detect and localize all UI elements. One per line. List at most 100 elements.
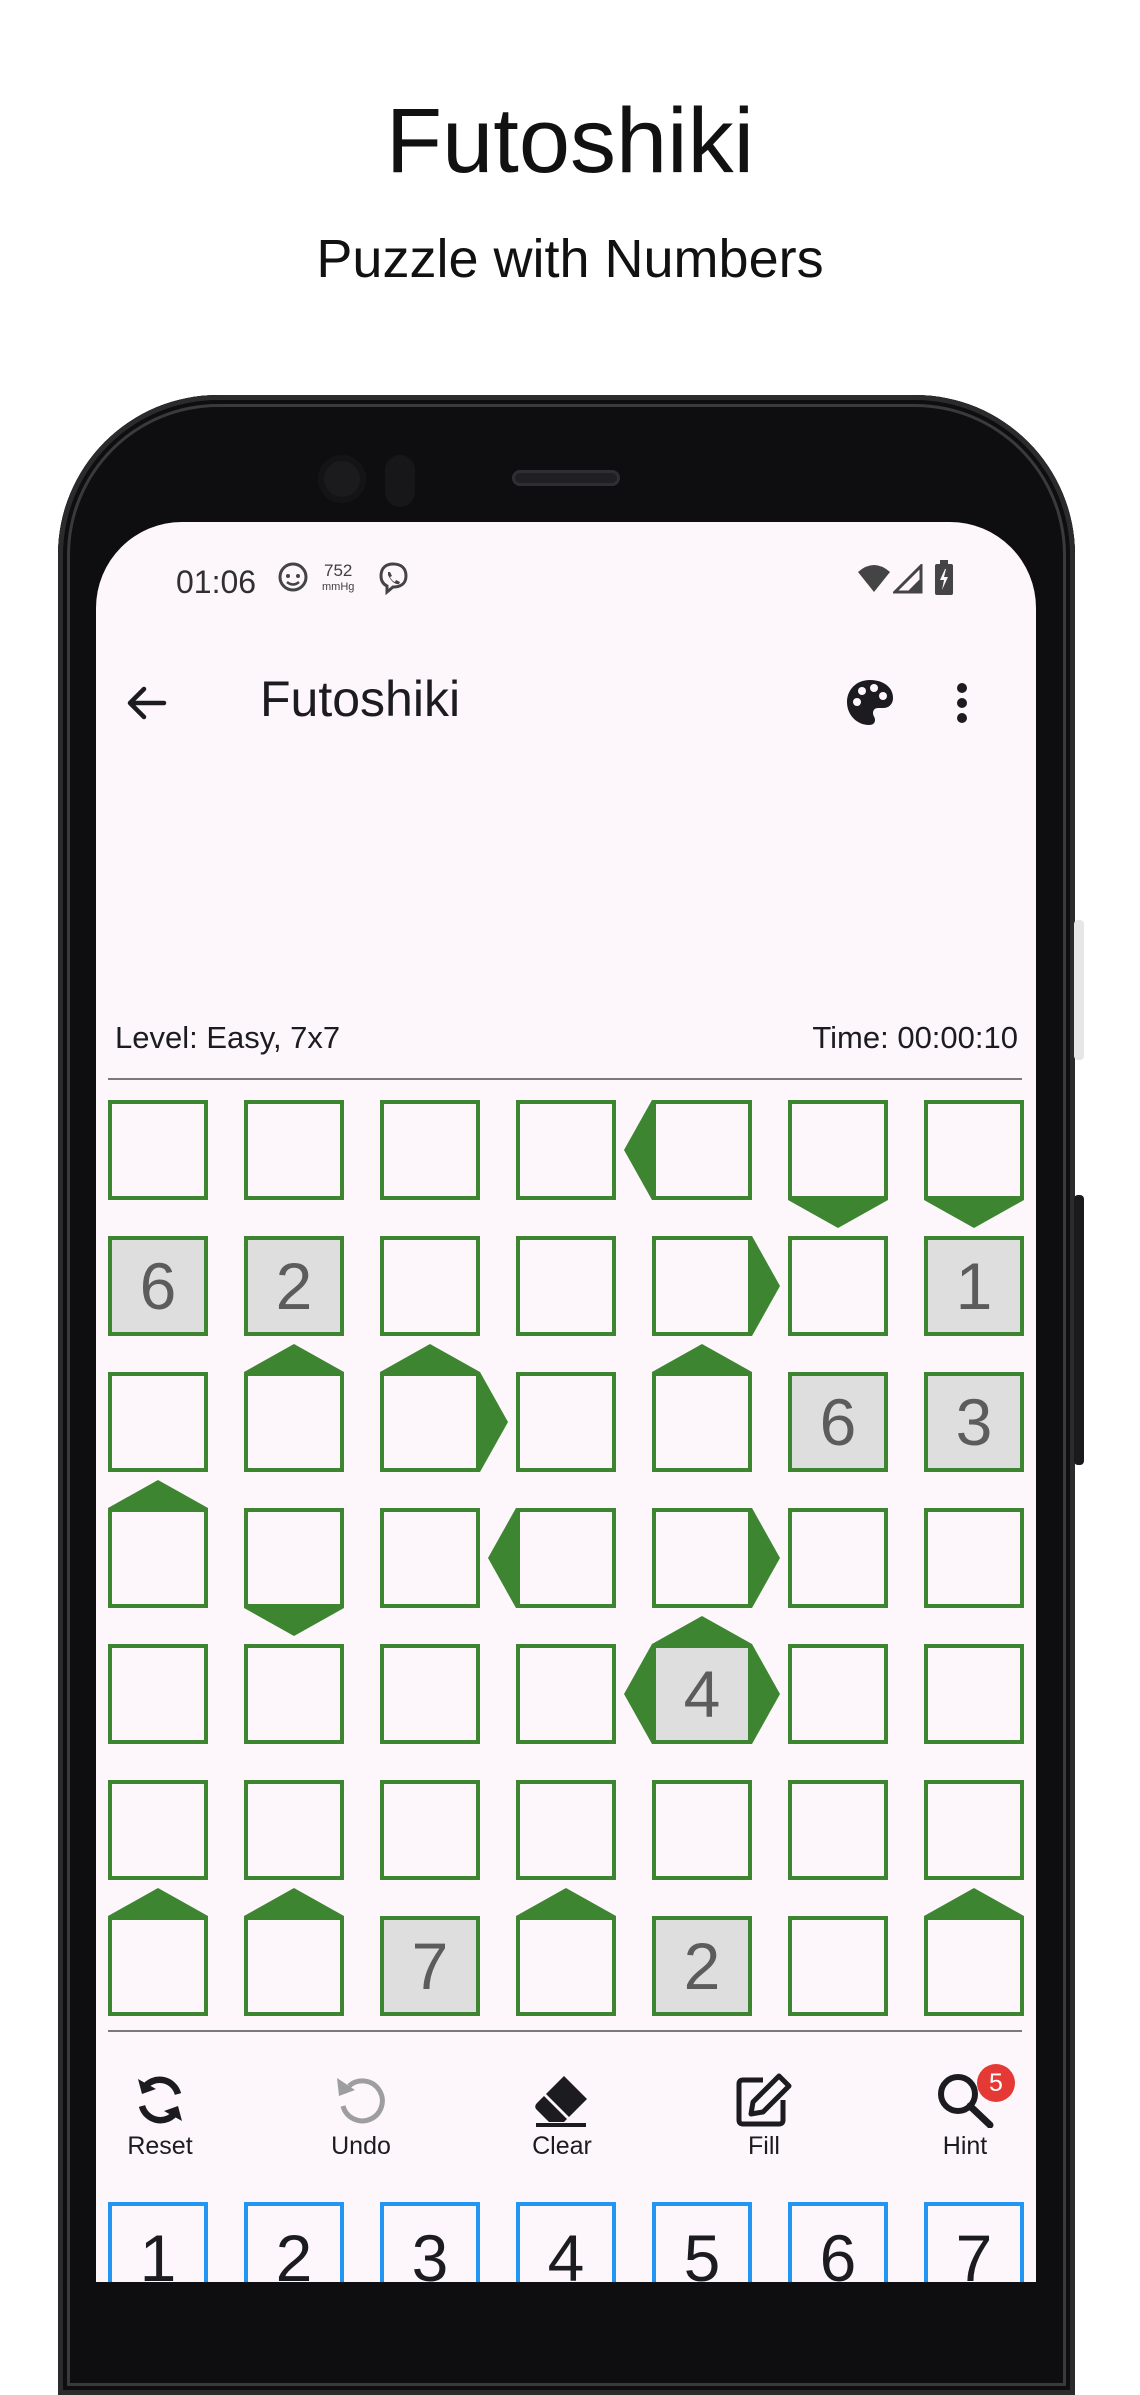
board-cell-r3c3[interactable] [380,1372,480,1472]
number-key-6[interactable]: 6 [788,2202,888,2282]
board-cell-r5c3[interactable] [380,1644,480,1744]
palette-icon[interactable] [844,677,896,734]
board-cell-r2c5[interactable] [652,1236,752,1336]
inequality-greater-sign [752,1508,780,1608]
pressure-indicator: 752 mmHg [322,562,354,593]
board-cell-r5c1[interactable] [108,1644,208,1744]
board-cell-r6c6[interactable] [788,1780,888,1880]
inequality-less-sign [652,1344,752,1372]
board-cell-r6c2[interactable] [244,1780,344,1880]
board-cell-r4c6[interactable] [788,1508,888,1608]
number-key-1[interactable]: 1 [108,2202,208,2282]
battery-icon [934,560,954,601]
board-cell-r3c5[interactable] [652,1372,752,1472]
hero-title: Futoshiki [385,90,755,192]
board-cell-r7c3[interactable]: 7 [380,1916,480,2016]
board-cell-r2c1[interactable]: 6 [108,1236,208,1336]
hint-label: Hint [942,2132,988,2160]
number-key-4[interactable]: 4 [516,2202,616,2282]
board-cell-r1c2[interactable] [244,1100,344,1200]
inequality-less-sign [924,1888,1024,1916]
board-cell-r3c2[interactable] [244,1372,344,1472]
board-cell-r6c3[interactable] [380,1780,480,1880]
fill-button[interactable]: Fill [694,2072,834,2161]
fill-label: Fill [748,2132,780,2160]
board-cell-r5c5[interactable]: 4 [652,1644,752,1744]
undo-button[interactable]: Undo [291,2072,431,2161]
earpiece-speaker [512,470,620,486]
board-cell-r5c2[interactable] [244,1644,344,1744]
back-arrow-icon[interactable] [124,680,170,731]
bottom-divider [108,2030,1022,2032]
inequality-less-sign [244,1888,344,1916]
board-cell-r2c6[interactable] [788,1236,888,1336]
board-cell-r7c7[interactable] [924,1916,1024,2016]
number-key-5[interactable]: 5 [652,2202,752,2282]
board-cell-r4c3[interactable] [380,1508,480,1608]
board-cell-r2c7[interactable]: 1 [924,1236,1024,1336]
undo-icon [337,2078,385,2124]
board-cell-r7c6[interactable] [788,1916,888,2016]
board-cell-r7c1[interactable] [108,1916,208,2016]
inequality-less-sign [652,1616,752,1644]
clear-button[interactable]: Clear [492,2072,632,2161]
board-cell-r3c6[interactable]: 6 [788,1372,888,1472]
number-key-2[interactable]: 2 [244,2202,344,2282]
board-cell-r5c7[interactable] [924,1644,1024,1744]
board-cell-r4c5[interactable] [652,1508,752,1608]
phone-side-button [1074,920,1084,1060]
inequality-greater-sign [924,1200,1024,1228]
top-divider [108,1078,1022,1080]
number-key-3[interactable]: 3 [380,2202,480,2282]
hero-subtitle: Puzzle with Numbers [316,229,824,289]
board-cell-r5c4[interactable] [516,1644,616,1744]
refresh-icon [138,2076,182,2124]
phone-power-button [1074,1195,1084,1465]
board-cell-r3c4[interactable] [516,1372,616,1472]
board-cell-r1c4[interactable] [516,1100,616,1200]
inequality-greater-sign [244,1608,344,1636]
board-cell-r3c1[interactable] [108,1372,208,1472]
board-cell-r6c1[interactable] [108,1780,208,1880]
hint-count-badge: 5 [977,2064,1015,2102]
board-cell-r7c2[interactable] [244,1916,344,2016]
pressure-unit: mmHg [322,581,355,593]
board-cell-r6c4[interactable] [516,1780,616,1880]
inequality-less-sign [108,1480,208,1508]
board-cell-r7c4[interactable] [516,1916,616,2016]
board-cell-r4c1[interactable] [108,1508,208,1608]
board-cell-r1c1[interactable] [108,1100,208,1200]
inequality-less-sign [380,1344,480,1372]
puzzle-board: 62163472 [108,1100,1024,2016]
board-cell-r4c7[interactable] [924,1508,1024,1608]
board-cell-r1c6[interactable] [788,1100,888,1200]
number-key-7[interactable]: 7 [924,2202,1024,2282]
board-cell-r3c7[interactable]: 3 [924,1372,1024,1472]
board-cell-r6c7[interactable] [924,1780,1024,1880]
inequality-greater-sign [788,1200,888,1228]
board-cell-r6c5[interactable] [652,1780,752,1880]
reset-label: Reset [127,2132,193,2160]
viber-icon [375,560,411,601]
inequality-greater-sign [480,1372,508,1472]
inequality-less-sign [624,1644,652,1744]
hint-button[interactable]: Hint 5 [895,2064,1035,2161]
board-cell-r7c5[interactable]: 2 [652,1916,752,2016]
board-cell-r4c2[interactable] [244,1508,344,1608]
board-cell-r1c7[interactable] [924,1100,1024,1200]
board-cell-r2c4[interactable] [516,1236,616,1336]
more-vert-icon[interactable] [956,682,968,729]
undo-label: Undo [331,2132,391,2160]
reset-button[interactable]: Reset [96,2072,230,2161]
board-cell-r1c5[interactable] [652,1100,752,1200]
proximity-sensor [385,455,415,507]
app-bar-title: Futoshiki [260,671,461,727]
board-cell-r4c4[interactable] [516,1508,616,1608]
inequality-less-sign [108,1888,208,1916]
board-cell-r2c3[interactable] [380,1236,480,1336]
edit-icon [736,2073,792,2127]
board-cell-r1c3[interactable] [380,1100,480,1200]
board-cell-r2c2[interactable]: 2 [244,1236,344,1336]
board-cell-r5c6[interactable] [788,1644,888,1744]
inequality-greater-sign [752,1644,780,1744]
